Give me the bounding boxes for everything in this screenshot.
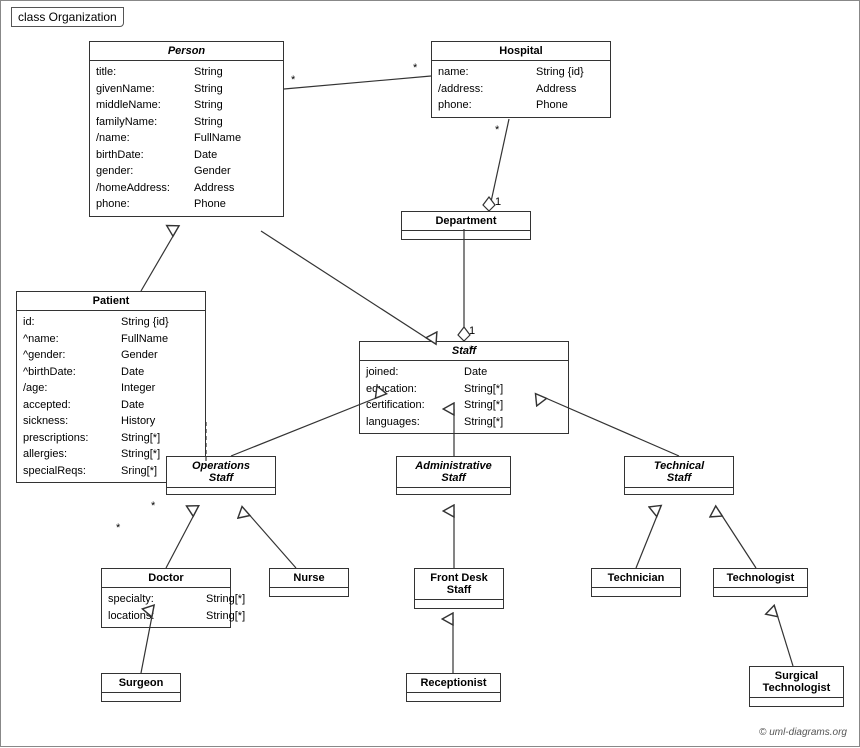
- svg-text:1: 1: [469, 325, 475, 337]
- svg-text:*: *: [413, 62, 418, 74]
- class-administrative-staff: Administrative Staff: [396, 456, 511, 495]
- class-department-body: [402, 231, 530, 239]
- class-technician: Technician: [591, 568, 681, 597]
- class-operations-staff-header: Operations Staff: [167, 457, 275, 488]
- class-nurse: Nurse: [269, 568, 349, 597]
- class-doctor: Doctor specialty:String[*] locations:Str…: [101, 568, 231, 628]
- class-department-header: Department: [402, 212, 530, 231]
- class-surgeon: Surgeon: [101, 673, 181, 702]
- class-operations-staff: Operations Staff: [166, 456, 276, 495]
- class-technical-staff: Technical Staff: [624, 456, 734, 495]
- class-receptionist-header: Receptionist: [407, 674, 500, 693]
- class-technologist-header: Technologist: [714, 569, 807, 588]
- copyright: © uml-diagrams.org: [759, 727, 847, 738]
- diagram-container: class Organization Person title:String g…: [0, 0, 860, 747]
- diagram-title: class Organization: [11, 7, 124, 27]
- svg-text:1: 1: [495, 196, 501, 208]
- class-surgical-technologist-header: Surgical Technologist: [750, 667, 843, 698]
- class-surgical-technologist: Surgical Technologist: [749, 666, 844, 707]
- class-patient-header: Patient: [17, 292, 205, 311]
- class-department: Department: [401, 211, 531, 240]
- class-staff: Staff joined:Date education:String[*] ce…: [359, 341, 569, 434]
- svg-text:*: *: [116, 522, 121, 534]
- svg-text:*: *: [151, 500, 156, 512]
- class-person-header: Person: [90, 42, 283, 61]
- class-technical-staff-header: Technical Staff: [625, 457, 733, 488]
- class-receptionist: Receptionist: [406, 673, 501, 702]
- class-surgeon-header: Surgeon: [102, 674, 180, 693]
- class-front-desk-staff: Front Desk Staff: [414, 568, 504, 609]
- class-staff-body: joined:Date education:String[*] certific…: [360, 361, 568, 433]
- class-hospital: Hospital name:String {id} /address:Addre…: [431, 41, 611, 118]
- class-doctor-header: Doctor: [102, 569, 230, 588]
- class-doctor-body: specialty:String[*] locations:String[*]: [102, 588, 230, 627]
- svg-text:*: *: [291, 74, 296, 86]
- class-person: Person title:String givenName:String mid…: [89, 41, 284, 217]
- class-technologist: Technologist: [713, 568, 808, 597]
- class-person-body: title:String givenName:String middleName…: [90, 61, 283, 216]
- class-hospital-body: name:String {id} /address:Address phone:…: [432, 61, 610, 117]
- class-technician-header: Technician: [592, 569, 680, 588]
- class-administrative-staff-header: Administrative Staff: [397, 457, 510, 488]
- class-staff-header: Staff: [360, 342, 568, 361]
- class-patient: Patient id:String {id} ^name:FullName ^g…: [16, 291, 206, 483]
- class-nurse-header: Nurse: [270, 569, 348, 588]
- class-hospital-header: Hospital: [432, 42, 610, 61]
- svg-text:*: *: [495, 124, 500, 136]
- class-front-desk-staff-header: Front Desk Staff: [415, 569, 503, 600]
